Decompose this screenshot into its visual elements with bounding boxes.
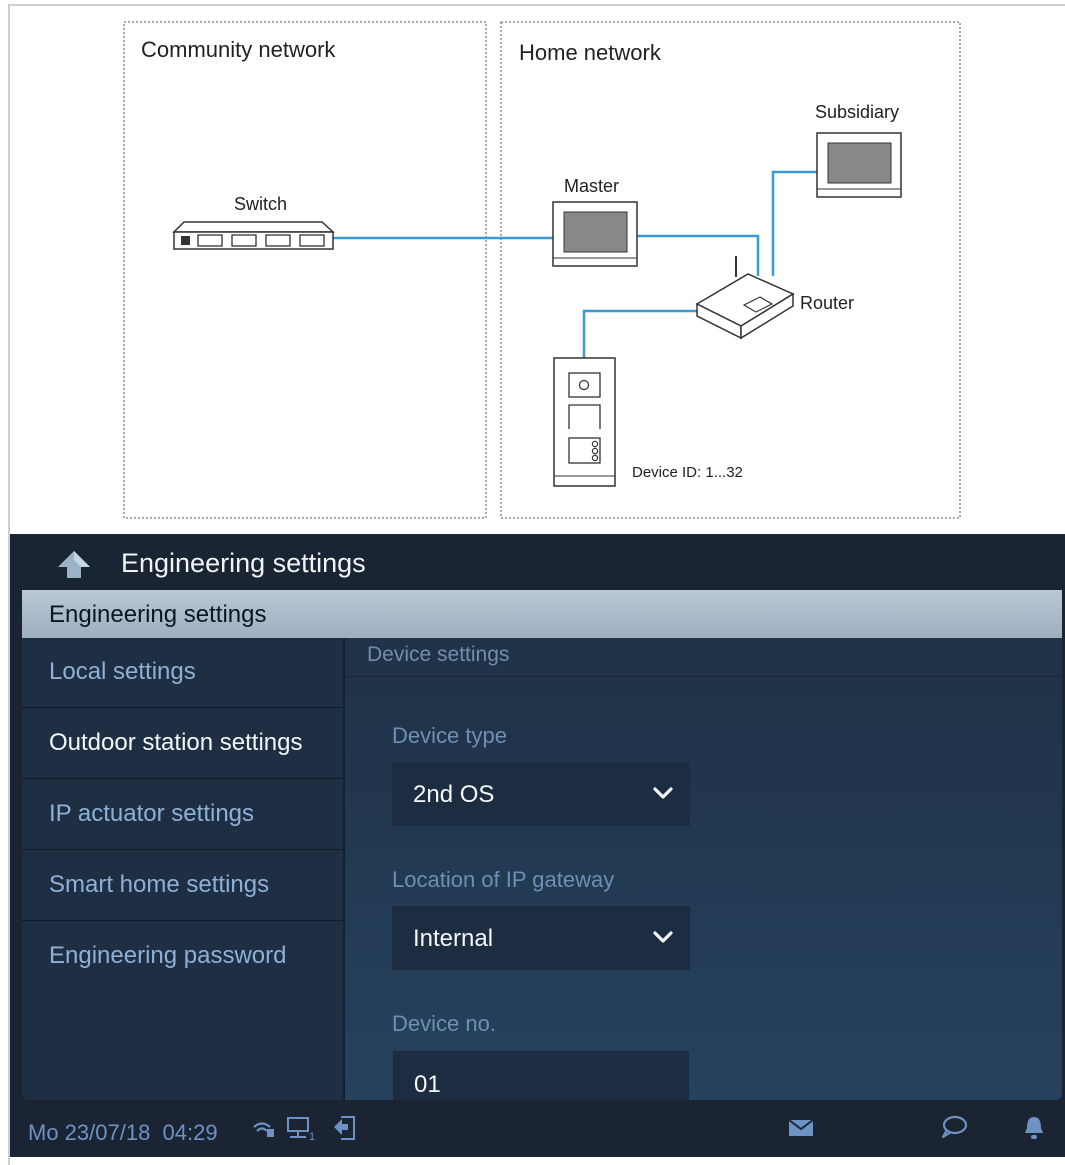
chevron-down-icon <box>653 787 673 799</box>
status-bar: Mo 23/07/18 04:29 1 <box>10 1100 1065 1157</box>
home-network-label: Home network <box>519 40 662 65</box>
page-title: Engineering settings <box>121 548 366 578</box>
status-datetime: Mo 23/07/18 04:29 <box>28 1120 218 1145</box>
device-no-label: Device no. <box>392 1011 496 1036</box>
router-outdoor-cable <box>582 309 700 358</box>
router-device <box>695 256 795 340</box>
chevron-down-icon <box>653 931 673 943</box>
network-count: 1 <box>309 1131 315 1142</box>
back-button[interactable] <box>54 548 94 580</box>
top-bar: Engineering settings <box>10 534 1065 590</box>
outdoor-station <box>553 357 616 487</box>
ip-gateway-dropdown[interactable]: Internal <box>392 906 690 970</box>
ip-gateway-label: Location of IP gateway <box>392 867 615 892</box>
device-no-field[interactable]: 01 <box>392 1050 690 1100</box>
sidebar-item-ip-actuator-settings[interactable]: IP actuator settings <box>22 780 343 850</box>
device-no-value: 01 <box>414 1071 441 1098</box>
panel-header-title: Engineering settings <box>49 601 267 628</box>
settings-sidebar: Local settings Outdoor station settings … <box>22 638 343 1100</box>
exit-icon <box>334 1116 355 1140</box>
section-header: Device settings <box>345 638 1062 677</box>
device-type-dropdown[interactable]: 2nd OS <box>392 762 690 826</box>
settings-panel: Engineering settings Local settings Outd… <box>22 590 1062 1100</box>
master-monitor <box>552 201 638 267</box>
subsidiary-label: Subsidiary <box>815 102 899 122</box>
device-type-value: 2nd OS <box>413 781 495 808</box>
sidebar-item-smart-home-settings[interactable]: Smart home settings <box>22 851 343 921</box>
sidebar-item-outdoor-station-settings[interactable]: Outdoor station settings <box>22 709 343 779</box>
community-network-box <box>123 21 487 519</box>
bell-icon[interactable] <box>1023 1114 1045 1142</box>
ip-gateway-value: Internal <box>413 925 494 952</box>
panel-screen: Engineering settings Engineering setting… <box>10 534 1065 1157</box>
mail-icon[interactable] <box>788 1118 814 1138</box>
sidebar-item-label: Smart home settings <box>49 871 270 898</box>
sidebar-item-label: Engineering password <box>49 942 287 969</box>
master-label: Master <box>564 176 619 196</box>
community-network-label: Community network <box>141 37 336 62</box>
master-router-cable <box>637 234 760 276</box>
panel-header: Engineering settings <box>22 590 1062 638</box>
sidebar-item-label: IP actuator settings <box>49 800 255 827</box>
switch-device <box>172 221 335 250</box>
device-settings-content: Device settings Device type 2nd OS Locat… <box>345 638 1062 1100</box>
network-icon: 1 <box>287 1117 315 1142</box>
router-subsidiary-cable <box>771 170 817 276</box>
sidebar-item-label: Outdoor station settings <box>49 729 303 756</box>
sidebar-item-local-settings[interactable]: Local settings <box>22 638 343 708</box>
sidebar-item-label: Local settings <box>49 658 196 685</box>
device-id-label: Device ID: 1...32 <box>632 464 743 481</box>
back-arrow-icon <box>58 551 90 578</box>
wifi-icon <box>253 1122 274 1137</box>
section-title: Device settings <box>367 643 510 666</box>
device-type-label: Device type <box>392 723 507 748</box>
chat-icon[interactable] <box>940 1114 968 1140</box>
switch-label: Switch <box>234 194 287 214</box>
subsidiary-monitor <box>816 132 902 198</box>
sidebar-item-engineering-password[interactable]: Engineering password <box>22 922 343 992</box>
router-label: Router <box>800 293 854 313</box>
network-diagram: Community network Home network Switch Ma… <box>123 21 961 519</box>
